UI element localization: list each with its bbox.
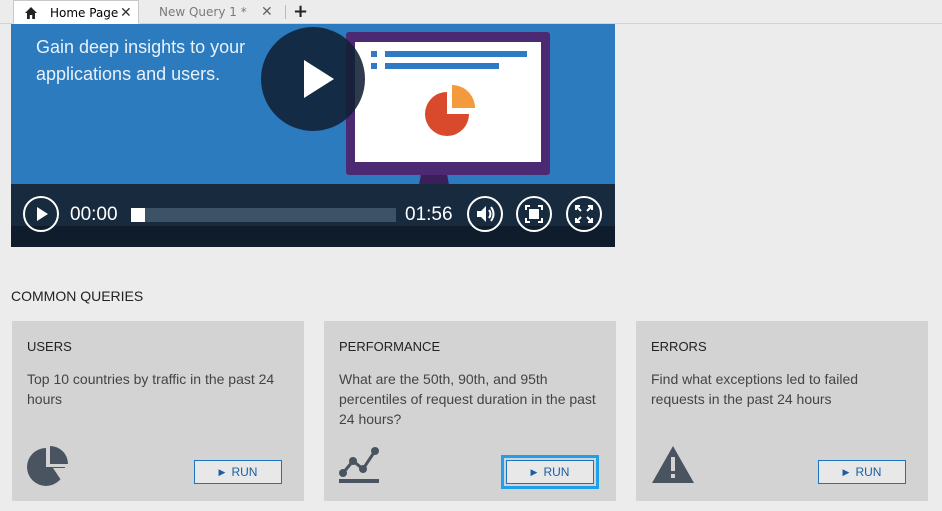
video-controls: 00:00 01:56: [11, 184, 615, 247]
query-card-performance: PERFORMANCE What are the 50th, 90th, and…: [324, 321, 616, 501]
run-label: RUN: [855, 465, 882, 479]
volume-button[interactable]: [467, 196, 503, 232]
line-chart-icon: [339, 447, 379, 483]
play-icon: [304, 60, 334, 98]
play-button[interactable]: [23, 196, 59, 232]
video-headline: Gain deep insights to your applications …: [36, 37, 246, 84]
card-description: Top 10 countries by traffic in the past …: [27, 371, 275, 407]
warning-icon: [652, 446, 694, 483]
query-card-users: USERS Top 10 countries by traffic in the…: [12, 321, 304, 501]
card-description: What are the 50th, 90th, and 95th percen…: [339, 371, 596, 427]
card-title: ERRORS: [651, 339, 707, 354]
run-button[interactable]: ▶ RUN: [501, 455, 599, 489]
close-tab-icon[interactable]: ✕: [261, 0, 273, 24]
play-icon: ▶: [842, 467, 850, 477]
volume-icon: [477, 206, 495, 222]
tab-label: Home Page: [50, 6, 119, 20]
seek-bar[interactable]: [131, 208, 396, 222]
fullscreen-icon: [575, 205, 593, 223]
tab-new-query-1[interactable]: New Query 1 * ✕: [140, 0, 284, 24]
run-button[interactable]: ▶ RUN: [818, 460, 906, 484]
query-card-errors: ERRORS Find what exceptions led to faile…: [636, 321, 928, 501]
tab-divider: [285, 5, 286, 19]
run-label: RUN: [543, 465, 570, 479]
card-title: USERS: [27, 339, 72, 354]
card-title: PERFORMANCE: [339, 339, 441, 354]
duration: 01:56: [405, 204, 453, 225]
fullscreen-button[interactable]: [566, 196, 602, 232]
tab-label: New Query 1 *: [159, 5, 247, 19]
close-tab-icon[interactable]: ✕: [120, 1, 132, 25]
tab-home-page[interactable]: Home Page ✕: [13, 0, 139, 24]
card-description: Find what exceptions led to failed reque…: [651, 371, 859, 407]
common-queries-heading: COMMON QUERIES: [11, 288, 144, 304]
intro-video-player[interactable]: Gain deep insights to your applications …: [11, 24, 615, 247]
home-icon: [25, 7, 37, 19]
fit-screen-icon: [525, 205, 543, 223]
play-icon: ▶: [218, 467, 226, 477]
play-icon: [37, 207, 48, 221]
run-label: RUN: [231, 465, 258, 479]
tab-bar: Home Page ✕ New Query 1 * ✕ +: [0, 0, 942, 24]
seek-knob[interactable]: [131, 208, 145, 222]
current-time: 00:00: [70, 204, 118, 225]
play-icon: ▶: [530, 467, 538, 477]
fit-screen-button[interactable]: [516, 196, 552, 232]
pie-chart-icon: [27, 446, 68, 486]
add-tab-button[interactable]: +: [293, 0, 308, 24]
big-play-button[interactable]: [261, 27, 365, 131]
run-button[interactable]: ▶ RUN: [194, 460, 282, 484]
